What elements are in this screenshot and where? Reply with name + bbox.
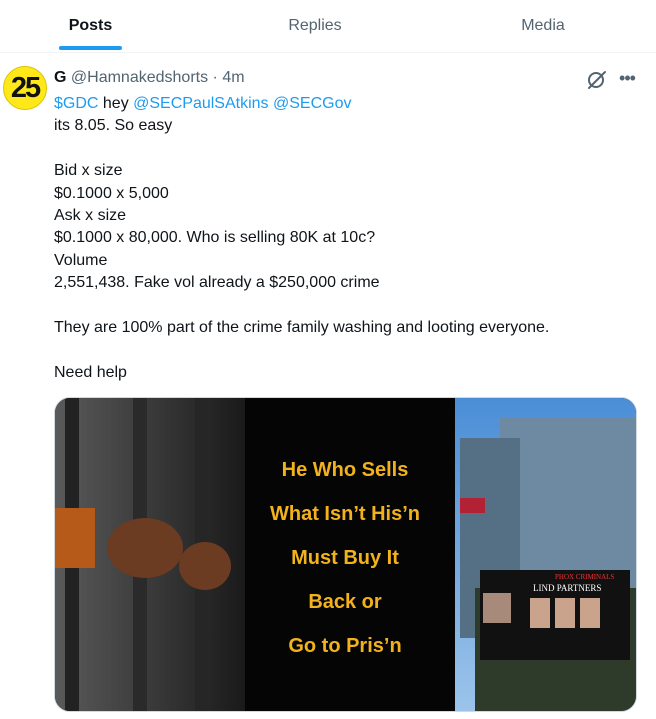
post-image[interactable]: He Who Sells What Isn’t His’n Must Buy It B…: [54, 397, 637, 712]
post-text-segment: Ask x size: [54, 207, 127, 225]
tab-media[interactable]: Media: [430, 0, 656, 52]
post-text-line: [54, 295, 644, 317]
post-text-segment: $0.1000 x 80,000. Who is selling 80K at …: [54, 229, 376, 247]
grok-icon[interactable]: [585, 67, 609, 91]
post-text-segment: hey: [98, 95, 134, 112]
image-text-line: Go to Pris’n: [288, 635, 402, 657]
post-text-line: [54, 138, 644, 160]
avatar[interactable]: 25: [3, 66, 47, 110]
post-text-line: [54, 339, 644, 361]
post-text-segment: Volume: [54, 251, 108, 269]
post-text-line: Bid x size: [54, 160, 644, 182]
post-text-line: 2,551,438. Fake vol already a $250,000 c…: [54, 272, 644, 294]
display-name[interactable]: G: [54, 69, 66, 86]
image-text-line: He Who Sells: [281, 459, 409, 481]
post-text-line: $0.1000 x 80,000. Who is selling 80K at …: [54, 227, 644, 249]
post-text-line: Ask x size: [54, 205, 644, 227]
post-text: $GDC hey @SECPaulSAtkins @SECGov its 8.05…: [54, 93, 644, 384]
image-caption: He Who Sells What Isn’t His’n Must Buy It B…: [245, 448, 445, 668]
post-text-line: $GDC hey @SECPaulSAtkins @SECGov: [54, 93, 644, 115]
post-text-segment: They are 100% part of the crime family w…: [54, 319, 550, 337]
post-text-line: They are 100% part of the crime family w…: [54, 317, 644, 339]
post-link[interactable]: @SECPaulSAtkins: [133, 95, 268, 112]
post-text-line: its 8.05. So easy: [54, 115, 644, 137]
profile-tabs: Posts Replies Media: [0, 0, 656, 53]
tab-replies[interactable]: Replies: [200, 0, 430, 52]
dot-separator: ·: [212, 69, 218, 86]
post-text-line: $0.1000 x 5,000: [54, 183, 644, 205]
post-text-segment: Bid x size: [54, 162, 123, 180]
truck-top-label: PHOX CRIMINALS: [555, 573, 615, 581]
post-header: G @Hamnakedshorts · 4m: [54, 68, 245, 88]
truck-brand-label: LIND PARTNERS: [533, 583, 602, 593]
handle[interactable]: @Hamnakedshorts: [71, 69, 208, 86]
post-link[interactable]: @SECGov: [273, 95, 351, 112]
image-text-line: What Isn’t His’n: [270, 503, 420, 525]
image-text-line: Back or: [308, 591, 382, 613]
more-icon[interactable]: •••: [617, 68, 637, 88]
post-text-segment: $0.1000 x 5,000: [54, 184, 169, 202]
image-text-line: Must Buy It: [291, 547, 399, 569]
active-tab-indicator: [59, 46, 122, 50]
tab-posts[interactable]: Posts: [0, 0, 181, 52]
timestamp[interactable]: 4m: [222, 69, 244, 86]
post-text-segment: its 8.05. So easy: [54, 117, 173, 135]
post-text-line: Volume: [54, 250, 644, 272]
post-text-line: Need help: [54, 362, 644, 384]
post-text-segment: 2,551,438. Fake vol already a $250,000 c…: [54, 274, 380, 292]
post-link[interactable]: $GDC: [54, 95, 98, 112]
building-photo: [455, 398, 636, 711]
post-text-segment: Need help: [54, 363, 127, 381]
